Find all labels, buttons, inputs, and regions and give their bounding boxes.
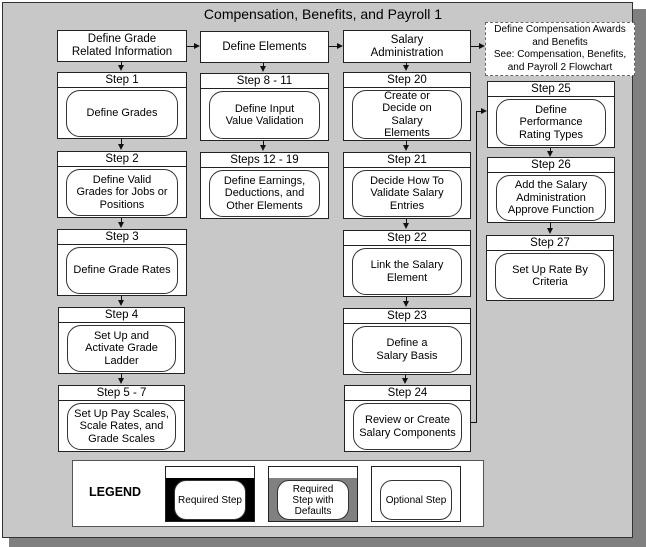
arrowhead-icon [402,378,408,384]
step-number: Step 21 [344,153,470,168]
arrowhead-icon [403,145,409,151]
legend-label: Required Step [174,480,246,520]
header-grade-line-2: Related Information [71,46,173,58]
step-description: Define Grades [66,90,178,137]
step-4: Step 4 Set Up and Activate Grade Ladder [58,307,185,374]
connector-step24-to-step25 [476,111,477,423]
header-salary-label: Salary Administration [371,34,444,60]
step-description: Set Up Pay Scales, Scale Rates, and Grad… [67,403,176,450]
step-number: Step 26 [488,158,614,173]
header-salary: Salary Administration [343,30,471,63]
arrowhead-icon [403,301,409,307]
step-description: Set Up and Activate Grade Ladder [67,325,176,372]
step-24: Step 24 Review or Create Salary Componen… [344,385,471,452]
arrowhead-icon [118,222,124,228]
connector [121,62,122,66]
header-salary-line-2: Administration [370,46,444,59]
arrowhead-icon [547,228,553,234]
step-12-19: Steps 12 - 19 Define Earnings, Deduction… [200,152,329,219]
step-26: Step 26 Add the Salary Administration Ap… [487,157,615,223]
step-number: Step 27 [487,236,613,251]
step-21: Step 21 Decide How To Validate Salary En… [343,152,471,219]
legend: LEGEND Required Step Required Step with … [72,460,484,527]
arrowhead-icon [194,43,200,49]
external-line-1: Define Compensation Awards [494,24,626,35]
connector-salary-to-external [471,46,479,47]
step-number: Step 3 [58,230,186,245]
arrowhead-icon [403,223,409,229]
arrowhead-icon [337,43,343,49]
step-description: Review or Create Salary Components [353,403,462,450]
arrowhead-icon [479,43,485,49]
arrowhead-icon [118,300,124,306]
header-salary-line-1: Salary [390,33,424,46]
step-description: Define Input Value Validation [209,91,320,139]
step-number: Step 4 [59,308,184,323]
step-description: Define Valid Grades for Jobs or Position… [66,169,178,216]
arrowhead-icon [481,108,487,114]
step-description: Create or Decide on Salary Elements [352,90,462,139]
step-number: Step 25 [488,82,614,97]
legend-item-required: Required Step [165,466,255,522]
step-1: Step 1 Define Grades [57,72,187,139]
step-number: Step 8 - 11 [201,74,328,89]
arrowhead-icon [118,378,124,384]
external-reference-box: Define Compensation Awards and Benefits … [485,22,635,76]
step-22: Step 22 Link the Salary Element [343,230,471,297]
diagram-title: Compensation, Benefits, and Payroll 1 [203,6,443,22]
arrowhead-icon [118,144,124,150]
step-number: Step 5 - 7 [59,386,184,401]
legend-label: Optional Step [380,480,452,520]
step-description: Define Earnings, Deductions, and Other E… [209,170,320,217]
header-grade-label: Define Grade Related Information [72,33,172,59]
step-number: Step 20 [344,73,470,88]
step-23: Step 23 Define a Salary Basis [343,308,471,375]
arrowhead-icon [260,66,266,72]
external-line-3: See: Compensation, Benefits, [493,49,627,60]
connector-elements-to-salary [329,46,337,47]
step-description: Add the Salary Administration Approve Fu… [496,175,606,221]
legend-item-required-defaults: Required Step with Defaults [268,466,358,522]
external-reference-label: Define Compensation Awards and Benefits … [494,24,626,74]
step-description: Link the Salary Element [352,248,462,295]
step-number: Step 24 [345,386,470,401]
step-description: Decide How To Validate Salary Entries [352,170,462,217]
step-number: Steps 12 - 19 [201,153,328,168]
step-number: Step 22 [344,231,470,246]
header-elements: Define Elements [200,31,329,63]
step-20: Step 20 Create or Decide on Salary Eleme… [343,72,471,141]
step-number: Step 2 [58,152,186,167]
header-grade: Define Grade Related Information [57,30,187,62]
header-grade-line-1: Define Grade [87,33,157,45]
step-number: Step 23 [344,309,470,324]
external-line-4: and Payroll 2 Flowchart [507,61,613,73]
arrowhead-icon [260,145,266,151]
arrowhead-icon [547,151,553,157]
step-description: Define a Salary Basis [352,326,462,373]
legend-title: LEGEND [89,485,142,499]
step-number: Step 1 [58,73,186,88]
step-description: Define Performance Rating Types [496,99,606,146]
step-3: Step 3 Define Grade Rates [57,229,187,296]
step-25: Step 25 Define Performance Rating Types [487,81,615,148]
step-8-11: Step 8 - 11 Define Input Value Validatio… [200,73,329,141]
step-2: Step 2 Define Valid Grades for Jobs or P… [57,151,187,218]
legend-label: Required Step with Defaults [277,480,349,520]
arrowhead-icon [403,65,409,71]
header-elements-label: Define Elements [222,40,307,53]
external-line-2: and Benefits [532,36,588,48]
step-description: Set Up Rate By Criteria [495,253,605,299]
step-27: Step 27 Set Up Rate By Criteria [486,235,614,301]
legend-item-optional: Optional Step [371,466,461,522]
step-5-7: Step 5 - 7 Set Up Pay Scales, Scale Rate… [58,385,185,452]
step-description: Define Grade Rates [66,247,178,294]
